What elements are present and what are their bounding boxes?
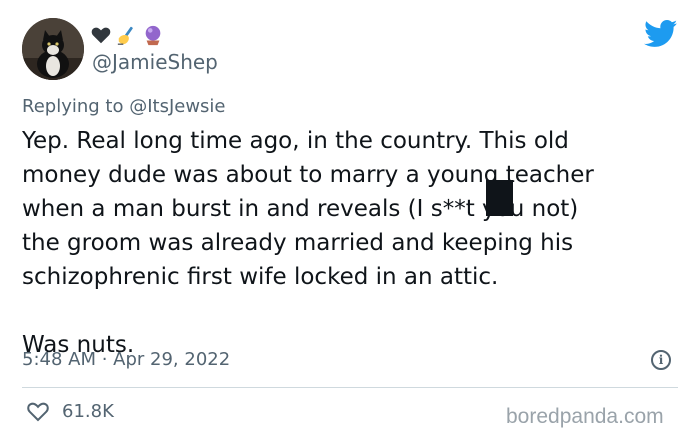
tweet-timestamp[interactable]: 5:48 AM · Apr 29, 2022 (22, 349, 230, 370)
info-icon[interactable]: i (651, 350, 671, 370)
display-name-emojis (90, 24, 164, 46)
black-heart-icon (90, 24, 112, 46)
cat-avatar-image (22, 18, 84, 80)
divider (22, 387, 678, 388)
crystal-ball-icon (142, 24, 164, 46)
like-button[interactable]: 61.8K (26, 400, 114, 422)
censor-bar (486, 180, 513, 216)
watermark: boredpanda.com (506, 405, 664, 428)
replying-to-label[interactable]: Replying to @ItsJewsie (22, 96, 226, 117)
like-count: 61.8K (62, 400, 114, 422)
twitter-bird-icon[interactable] (644, 20, 678, 48)
avatar[interactable] (22, 18, 84, 80)
user-handle[interactable]: @JamieShep (92, 50, 218, 74)
heart-outline-icon (27, 402, 49, 422)
writing-hand-icon (116, 24, 138, 46)
tweet-text: Yep. Real long time ago, in the country.… (22, 128, 594, 358)
